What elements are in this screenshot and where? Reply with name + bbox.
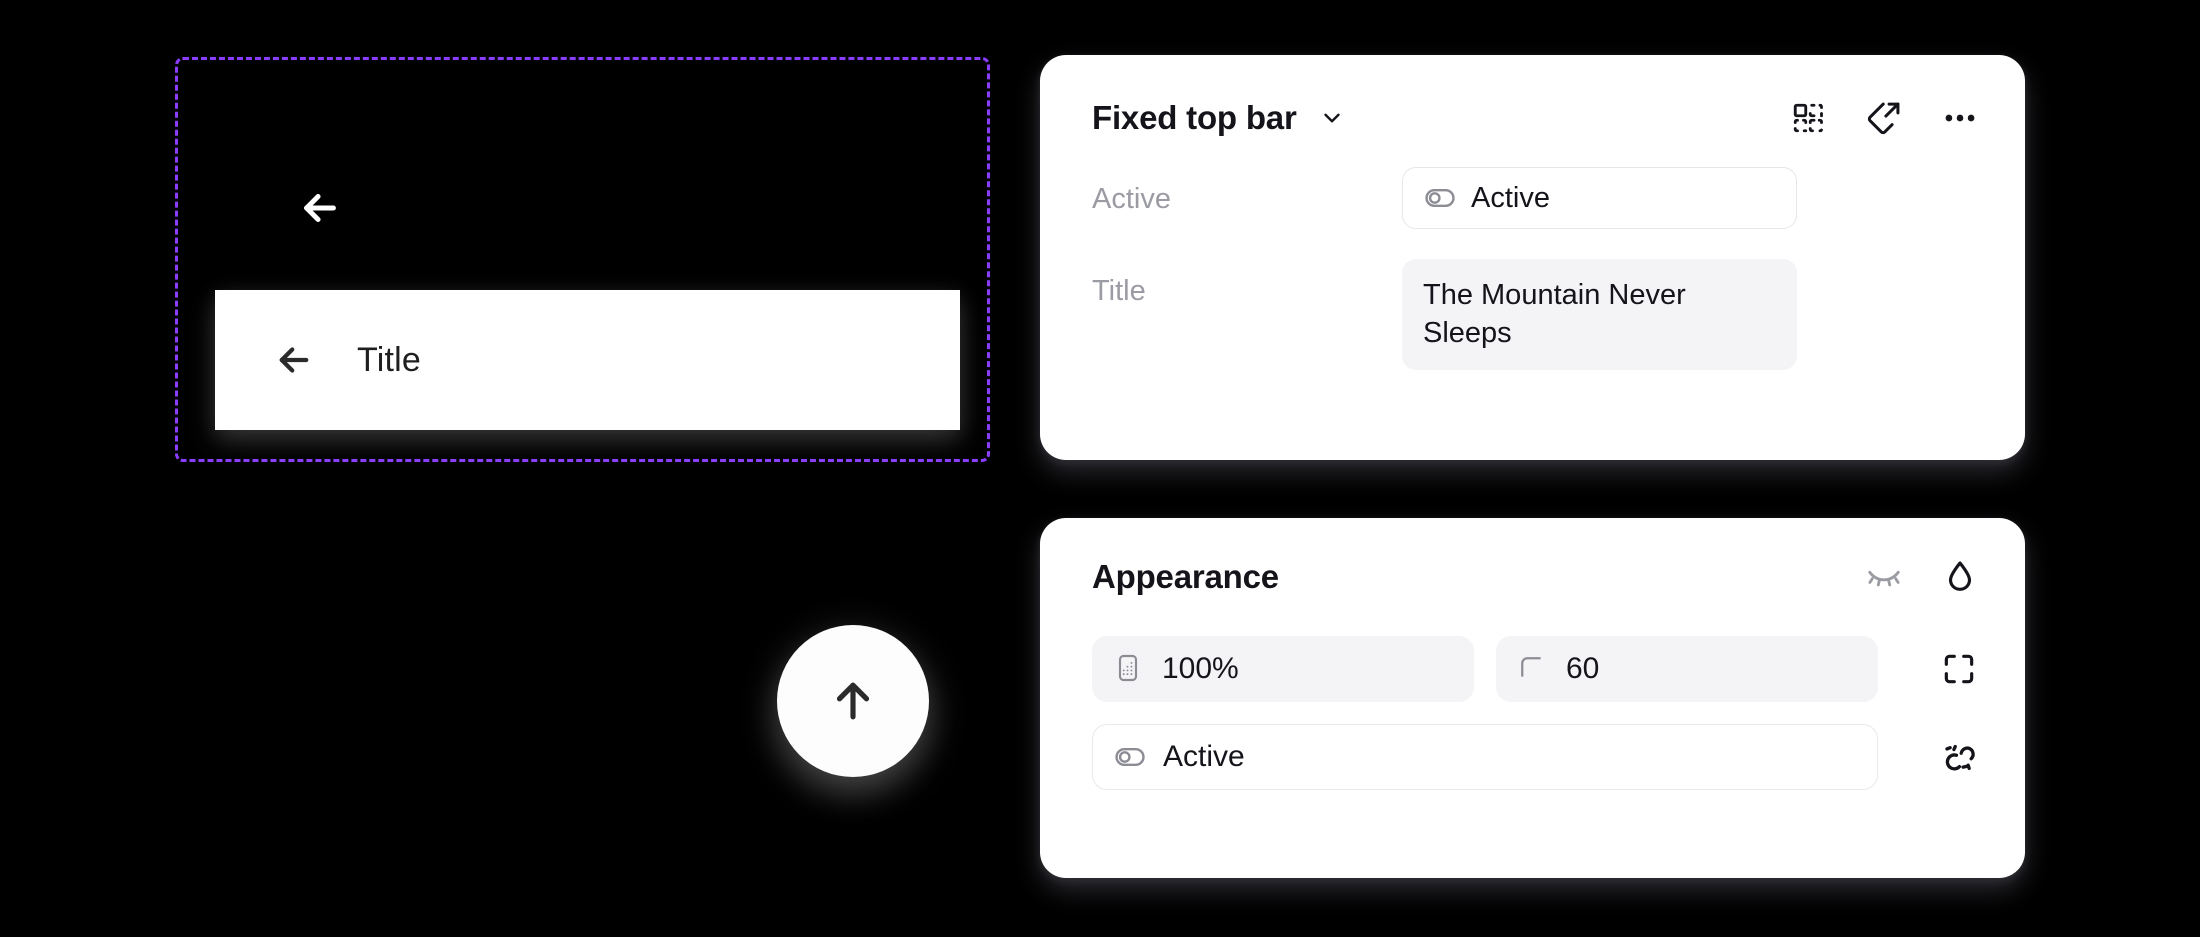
toggle-switch-icon — [1423, 181, 1457, 215]
property-label: Title — [1092, 275, 1146, 307]
opacity-droplet-icon[interactable] — [1941, 558, 1979, 596]
appearance-active-value: Active — [1163, 740, 1245, 773]
opacity-icon — [1112, 652, 1146, 686]
canvas-preview: Title — [175, 57, 990, 462]
layer-inspector-card: Fixed top bar Active Active Title The Mo… — [1040, 55, 2025, 460]
card-header: Fixed top bar — [1092, 99, 1979, 137]
eye-off-icon[interactable] — [1865, 558, 1903, 596]
appearance-title: Appearance — [1092, 558, 1279, 595]
corner-radius-icon — [1516, 652, 1550, 686]
appearance-active-field[interactable]: Active — [1092, 724, 1878, 790]
property-row-active: Active Active — [1092, 167, 1979, 229]
active-field-value: Active — [1471, 181, 1550, 214]
page-title: Fixed top bar — [1092, 99, 1297, 136]
property-row-title: Title The Mountain Never Sleeps — [1092, 259, 1979, 370]
appearance-row: 100% 60 — [1092, 636, 1979, 702]
title-field[interactable]: The Mountain Never Sleeps — [1402, 259, 1797, 370]
component-variants-icon[interactable] — [1789, 99, 1827, 137]
appearance-inspector-card: Appearance 100% 60 Active — [1040, 518, 2025, 878]
more-options-icon[interactable] — [1941, 99, 1979, 137]
independent-corners-icon[interactable] — [1939, 649, 1979, 689]
card-header-actions — [1789, 99, 1979, 137]
corner-radius-value: 60 — [1566, 652, 1600, 685]
active-field[interactable]: Active — [1402, 167, 1797, 229]
appearance-row: Active — [1092, 724, 1979, 790]
chevron-down-icon[interactable] — [1319, 105, 1345, 131]
arrow-left-icon — [273, 339, 315, 381]
dashed-link-icon[interactable] — [1939, 737, 1979, 777]
layer-name-dropdown[interactable]: Fixed top bar — [1092, 99, 1345, 137]
property-label: Active — [1092, 183, 1171, 215]
appearance-header-actions — [1865, 558, 1979, 596]
fixed-top-bar-preview[interactable]: Title — [215, 290, 960, 430]
appearance-fields: 100% 60 Active — [1092, 636, 1979, 790]
opacity-field[interactable]: 100% — [1092, 636, 1474, 702]
arrow-up-icon — [826, 674, 880, 728]
detach-external-icon[interactable] — [1865, 99, 1903, 137]
fixed-top-bar-title: Title — [357, 340, 421, 379]
corner-radius-field[interactable]: 60 — [1496, 636, 1878, 702]
scroll-to-top-fab[interactable] — [777, 625, 929, 777]
card-header: Appearance — [1092, 558, 1979, 596]
toggle-switch-icon — [1113, 740, 1147, 774]
opacity-value: 100% — [1162, 652, 1239, 685]
arrow-left-icon — [297, 185, 343, 231]
title-field-value: The Mountain Never Sleeps — [1423, 279, 1686, 350]
